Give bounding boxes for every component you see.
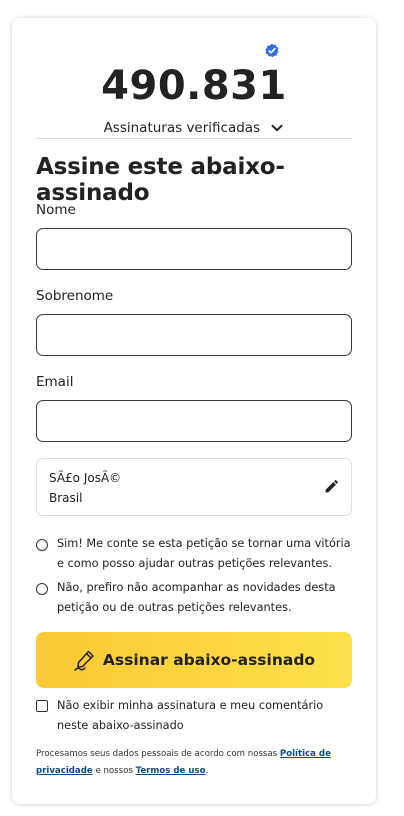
signature-count: 490.831 xyxy=(101,63,287,109)
location-country: Brasil xyxy=(49,491,83,505)
sign-petition-button[interactable]: Assinar abaixo-assinado xyxy=(36,632,352,688)
verified-badge-icon xyxy=(265,43,279,58)
privacy-notice: Procesamos seus dados pessoais de acordo… xyxy=(36,746,352,780)
verified-signatures-label: Assinaturas verificadas xyxy=(103,120,261,136)
sign-petition-label: Assinar abaixo-assinado xyxy=(102,651,316,669)
first-name-field[interactable] xyxy=(36,228,352,270)
hide-signature-checkbox[interactable] xyxy=(36,700,48,712)
privacy-notice-text-start: Procesamos seus dados pessoais de acordo… xyxy=(36,749,280,759)
email-label: Email xyxy=(36,374,74,390)
signature-count-area: 490.831 xyxy=(12,62,376,110)
pen-icon xyxy=(74,650,94,671)
signature-card: 490.831 Assinaturas verificadas Assine e… xyxy=(12,18,376,804)
privacy-notice-text-end: . xyxy=(205,766,209,776)
hide-signature-label: Não exibir minha assinatura e meu coment… xyxy=(57,699,324,732)
terms-of-use-link[interactable]: Termos de uso xyxy=(136,766,206,776)
opt-out-radio[interactable] xyxy=(36,583,48,595)
opt-in-label: Sim! Me conte se esta petição se tornar … xyxy=(57,537,351,570)
email-field[interactable] xyxy=(36,400,352,442)
last-name-label: Sobrenome xyxy=(36,288,114,304)
pencil-icon[interactable] xyxy=(323,479,339,495)
opt-out-label: Não, prefiro não acompanhar as novidades… xyxy=(57,581,336,614)
location-box: SÃ£o JosÃ© Brasil xyxy=(36,458,352,516)
first-name-label: Nome xyxy=(36,202,76,218)
opt-in-radio[interactable] xyxy=(36,539,48,551)
divider xyxy=(36,138,352,139)
form-title: Assine este abaixo-assinado xyxy=(36,154,285,206)
chevron-down-icon xyxy=(271,124,283,132)
last-name-field[interactable] xyxy=(36,314,352,356)
privacy-notice-text-middle: e nossos xyxy=(92,766,136,776)
verified-signatures-toggle[interactable]: Assinaturas verificadas xyxy=(12,119,376,137)
location-city: SÃ£o JosÃ© xyxy=(49,471,122,485)
